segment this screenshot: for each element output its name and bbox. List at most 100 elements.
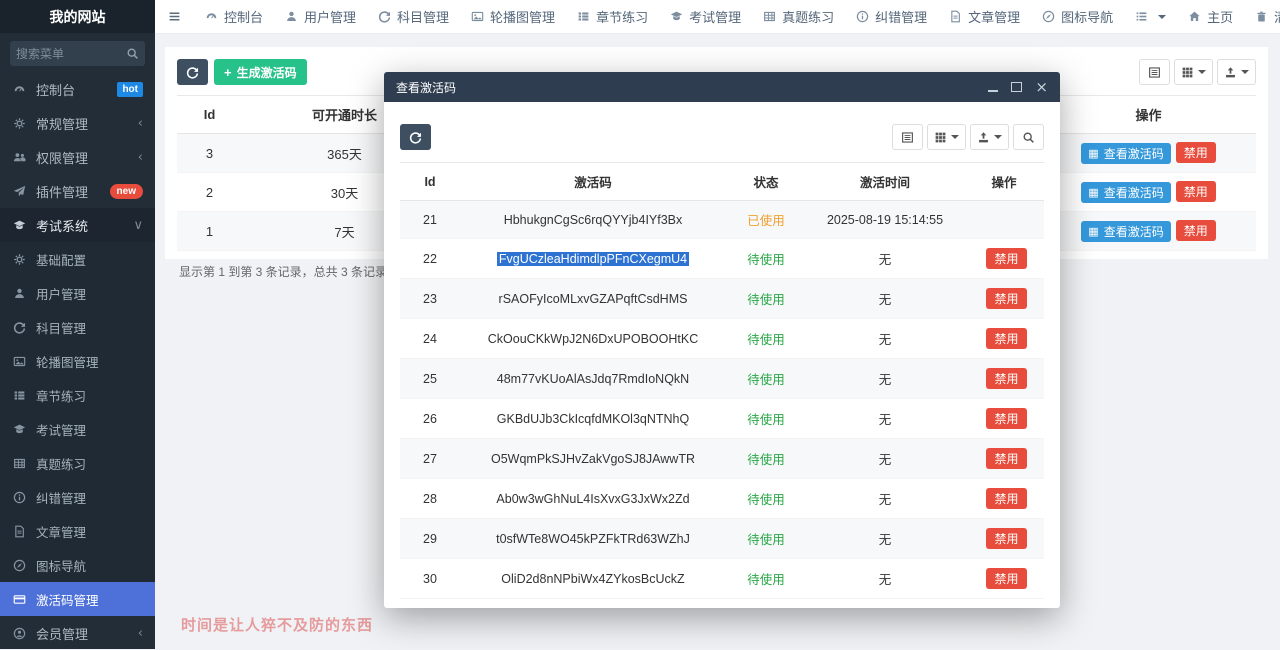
sidebar-item-exam-system[interactable]: 考试系统 ∨ bbox=[0, 208, 155, 242]
view-codes-button[interactable]: ▦查看激活码 bbox=[1081, 182, 1170, 203]
sidebar-item-basic-config[interactable]: 基础配置 bbox=[0, 242, 155, 276]
disable-button[interactable]: 禁用 bbox=[986, 328, 1026, 349]
table-row[interactable]: 30 OliD2d8nNPbiWx4ZYkosBcUckZ 待使用 无 禁用 bbox=[400, 559, 1044, 599]
table-icon bbox=[763, 10, 776, 23]
sidebar-item-plugins[interactable]: 插件管理 new bbox=[0, 174, 155, 208]
sidebar-item-exam-management[interactable]: 考试管理 bbox=[0, 412, 155, 446]
minimize-icon[interactable] bbox=[988, 82, 998, 92]
generate-codes-button[interactable]: +生成激活码 bbox=[214, 59, 307, 85]
disable-button[interactable]: 禁用 bbox=[986, 408, 1026, 429]
graduation-cap-icon bbox=[12, 219, 27, 232]
disable-button[interactable]: 禁用 bbox=[1176, 142, 1216, 163]
nav-item-subjects[interactable]: 科目管理 bbox=[367, 0, 460, 33]
disable-button[interactable]: 禁用 bbox=[986, 448, 1026, 469]
refresh-button[interactable] bbox=[177, 59, 208, 85]
nav-item-exams[interactable]: 考试管理 bbox=[659, 0, 752, 33]
column-header-activation-time[interactable]: 激活时间 bbox=[806, 163, 964, 201]
sidebar-search-button[interactable] bbox=[119, 41, 145, 66]
column-header-id[interactable]: Id bbox=[177, 96, 242, 134]
user-icon bbox=[285, 10, 298, 23]
table-row[interactable]: 28 Ab0w3wGhNuL4IsXvxG3JxWx2Zd 待使用 无 禁用 bbox=[400, 479, 1044, 519]
status-badge: 待使用 bbox=[726, 439, 806, 479]
sidebar-item-real-questions[interactable]: 真题练习 bbox=[0, 446, 155, 480]
disable-button[interactable]: 禁用 bbox=[986, 488, 1026, 509]
file-icon bbox=[12, 525, 27, 538]
nav-item-carousel[interactable]: 轮播图管理 bbox=[460, 0, 566, 33]
clear-cache-button[interactable]: 清除缓存 bbox=[1244, 0, 1280, 33]
sidebar-item-subject-management[interactable]: 科目管理 bbox=[0, 310, 155, 344]
tabs-dropdown-button[interactable] bbox=[1124, 0, 1177, 33]
column-header-code[interactable]: 激活码 bbox=[460, 163, 726, 201]
disable-button[interactable]: 禁用 bbox=[986, 568, 1026, 589]
sidebar-item-permissions[interactable]: 权限管理 ‹ bbox=[0, 140, 155, 174]
sidebar-item-error-correction[interactable]: 纠错管理 bbox=[0, 480, 155, 514]
view-codes-button[interactable]: ▦查看激活码 bbox=[1081, 143, 1170, 164]
search-button[interactable] bbox=[1013, 124, 1044, 150]
column-header-status[interactable]: 状态 bbox=[726, 163, 806, 201]
refresh-icon bbox=[186, 66, 199, 79]
selected-code-text: FvgUCzleaHdimdlpPFnCXegmU4 bbox=[497, 252, 689, 266]
refresh-button[interactable] bbox=[400, 124, 431, 150]
dialog-titlebar[interactable]: 查看激活码 × bbox=[384, 72, 1060, 102]
disable-button[interactable]: 禁用 bbox=[986, 248, 1026, 269]
nav-item-chapter-practice[interactable]: 章节练习 bbox=[566, 0, 659, 33]
disable-button[interactable]: 禁用 bbox=[986, 368, 1026, 389]
disable-button[interactable]: 禁用 bbox=[986, 288, 1026, 309]
table-row[interactable]: 21 HbhukgnCgSc6rqQYYjb4IYf3Bx 已使用 2025-0… bbox=[400, 201, 1044, 239]
sidebar-toggle-button[interactable] bbox=[155, 0, 194, 33]
table-row[interactable]: 27 O5WqmPkSJHvZakVgoSJ8JAwwTR 待使用 无 禁用 bbox=[400, 439, 1044, 479]
sidebar-item-chapter-practice[interactable]: 章节练习 bbox=[0, 378, 155, 412]
view-codes-button[interactable]: ▦查看激活码 bbox=[1081, 221, 1170, 242]
table-icon: ▦ bbox=[1088, 148, 1098, 159]
nav-item-error-correction[interactable]: 纠错管理 bbox=[845, 0, 938, 33]
gauge-icon bbox=[205, 10, 218, 23]
home-link[interactable]: 主页 bbox=[1177, 0, 1244, 33]
detail-view-button[interactable] bbox=[1139, 59, 1170, 85]
export-dropdown-button[interactable] bbox=[1217, 59, 1256, 85]
column-header-id[interactable]: Id bbox=[400, 163, 460, 201]
sidebar-item-user-management[interactable]: 用户管理 bbox=[0, 276, 155, 310]
status-badge: 待使用 bbox=[726, 559, 806, 599]
sidebar-item-members[interactable]: 会员管理 ‹ bbox=[0, 616, 155, 650]
export-dropdown-button[interactable] bbox=[970, 124, 1009, 150]
sidebar-item-article-management[interactable]: 文章管理 bbox=[0, 514, 155, 548]
table-icon: ▦ bbox=[1088, 187, 1098, 198]
sidebar-search-input[interactable] bbox=[10, 41, 119, 66]
status-badge: 待使用 bbox=[726, 479, 806, 519]
status-badge: 已使用 bbox=[726, 201, 806, 239]
chevron-left-icon: ‹ bbox=[138, 116, 143, 131]
nav-item-icon-navigation[interactable]: 图标导航 bbox=[1031, 0, 1124, 33]
home-icon bbox=[1188, 10, 1201, 23]
columns-dropdown-button[interactable] bbox=[1174, 59, 1213, 85]
column-header-actions[interactable]: 操作 bbox=[964, 163, 1044, 201]
sidebar-item-icon-navigation[interactable]: 图标导航 bbox=[0, 548, 155, 582]
sidebar-search bbox=[10, 41, 145, 66]
trash-icon bbox=[1255, 10, 1268, 23]
gear-icon bbox=[12, 253, 27, 266]
table-row[interactable]: 26 GKBdUJb3CkIcqfdMKOl3qNTNhQ 待使用 无 禁用 bbox=[400, 399, 1044, 439]
table-row[interactable]: 23 rSAOFyIcoMLxvGZAPqftCsdHMS 待使用 无 禁用 bbox=[400, 279, 1044, 319]
disable-button[interactable]: 禁用 bbox=[1176, 181, 1216, 202]
nav-item-dashboard[interactable]: 控制台 bbox=[194, 0, 274, 33]
table-row[interactable]: 25 48m77vKUoAlAsJdq7RmdIoNQkN 待使用 无 禁用 bbox=[400, 359, 1044, 399]
sidebar-item-dashboard[interactable]: 控制台 hot bbox=[0, 72, 155, 106]
export-icon bbox=[1224, 66, 1237, 79]
nav-item-users[interactable]: 用户管理 bbox=[274, 0, 367, 33]
maximize-icon[interactable] bbox=[1011, 82, 1022, 92]
nav-item-real-questions[interactable]: 真题练习 bbox=[752, 0, 845, 33]
column-header-actions[interactable]: 操作 bbox=[1041, 96, 1256, 134]
table-row[interactable]: 22 FvgUCzleaHdimdlpPFnCXegmU4 待使用 无 禁用 bbox=[400, 239, 1044, 279]
caret-down-icon bbox=[1198, 70, 1206, 74]
nav-item-articles[interactable]: 文章管理 bbox=[938, 0, 1031, 33]
sidebar-item-carousel-management[interactable]: 轮播图管理 bbox=[0, 344, 155, 378]
detail-view-button[interactable] bbox=[892, 124, 923, 150]
disable-button[interactable]: 禁用 bbox=[1176, 220, 1216, 241]
sidebar-item-general[interactable]: 常规管理 ‹ bbox=[0, 106, 155, 140]
close-icon[interactable]: × bbox=[1035, 80, 1048, 95]
sidebar-item-activation-codes[interactable]: 激活码管理 bbox=[0, 582, 155, 616]
image-icon bbox=[12, 355, 27, 368]
table-row[interactable]: 24 CkOouCKkWpJ2N6DxUPOBOOHtKC 待使用 无 禁用 bbox=[400, 319, 1044, 359]
disable-button[interactable]: 禁用 bbox=[986, 528, 1026, 549]
columns-dropdown-button[interactable] bbox=[927, 124, 966, 150]
table-row[interactable]: 29 t0sfWTe8WO45kPZFkTRd63WZhJ 待使用 无 禁用 bbox=[400, 519, 1044, 559]
